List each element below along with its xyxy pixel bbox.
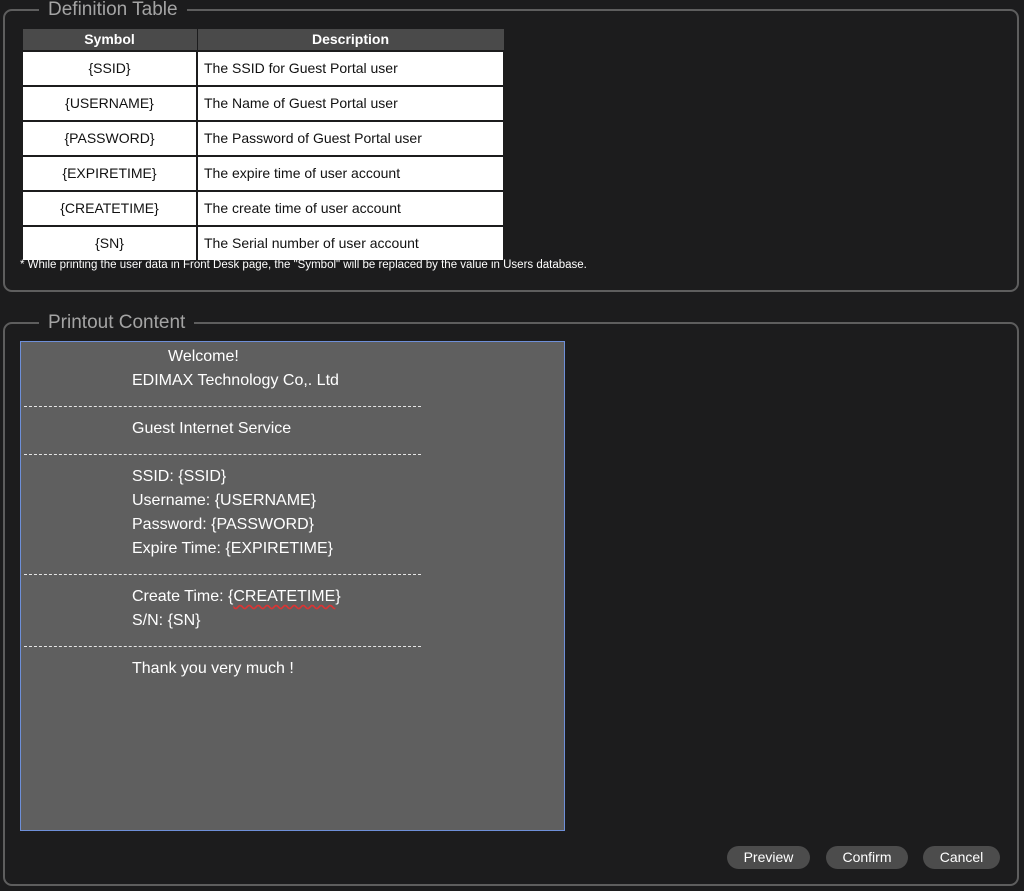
symbol-cell: {SN} bbox=[21, 224, 198, 262]
cancel-button[interactable]: Cancel bbox=[923, 846, 1000, 869]
description-cell: The Password of Guest Portal user bbox=[196, 119, 505, 157]
table-row: {USERNAME} The Name of Guest Portal user bbox=[21, 84, 505, 122]
table-header-row: Symbol Description bbox=[21, 28, 505, 51]
create-time-line: Create Time: {CREATETIME} bbox=[132, 587, 341, 607]
table-row: {CREATETIME} The create time of user acc… bbox=[21, 189, 505, 227]
table-row: {SSID} The SSID for Guest Portal user bbox=[21, 49, 505, 87]
create-time-symbol: CREATETIME bbox=[233, 588, 336, 605]
thanks-line: Thank you very much ! bbox=[132, 660, 294, 677]
definition-footnote: * While printing the user data in Front … bbox=[20, 259, 587, 271]
separator-line bbox=[24, 406, 421, 407]
symbol-cell: {USERNAME} bbox=[21, 84, 198, 122]
create-time-suffix: } bbox=[335, 588, 341, 605]
serial-number-line: S/N: {SN} bbox=[132, 612, 201, 629]
table-row: {PASSWORD} The Password of Guest Portal … bbox=[21, 119, 505, 157]
separator-line bbox=[24, 454, 421, 455]
symbol-cell: {PASSWORD} bbox=[21, 119, 198, 157]
definition-table-legend: Definition Table bbox=[39, 0, 187, 20]
separator-line bbox=[24, 574, 421, 575]
printout-editor[interactable]: Welcome! EDIMAX Technology Co,. Ltd Gues… bbox=[20, 341, 565, 831]
create-time-prefix: Create Time: { bbox=[132, 588, 234, 605]
password-line: Password: {PASSWORD} bbox=[132, 516, 314, 533]
welcome-line: Welcome! bbox=[168, 348, 239, 365]
definition-table: Symbol Description {SSID} The SSID for G… bbox=[21, 28, 505, 262]
printout-content-legend: Printout Content bbox=[39, 313, 195, 333]
symbol-cell: {SSID} bbox=[21, 49, 198, 87]
description-cell: The create time of user account bbox=[196, 189, 505, 227]
table-row: {SN} The Serial number of user account bbox=[21, 224, 505, 262]
symbol-cell: {EXPIRETIME} bbox=[21, 154, 198, 192]
description-cell: The SSID for Guest Portal user bbox=[196, 49, 505, 87]
preview-button[interactable]: Preview bbox=[727, 846, 810, 869]
confirm-button[interactable]: Confirm bbox=[826, 846, 908, 869]
column-header-symbol: Symbol bbox=[21, 28, 198, 51]
service-line: Guest Internet Service bbox=[132, 420, 292, 437]
symbol-cell: {CREATETIME} bbox=[21, 189, 198, 227]
description-cell: The Name of Guest Portal user bbox=[196, 84, 505, 122]
expire-time-line: Expire Time: {EXPIRETIME} bbox=[132, 540, 333, 557]
description-cell: The Serial number of user account bbox=[196, 224, 505, 262]
username-line: Username: {USERNAME} bbox=[132, 492, 317, 509]
separator-line bbox=[24, 646, 421, 647]
column-header-description: Description bbox=[196, 28, 505, 51]
description-cell: The expire time of user account bbox=[196, 154, 505, 192]
ssid-line: SSID: {SSID} bbox=[132, 468, 227, 485]
company-line: EDIMAX Technology Co,. Ltd bbox=[132, 372, 339, 389]
table-row: {EXPIRETIME} The expire time of user acc… bbox=[21, 154, 505, 192]
